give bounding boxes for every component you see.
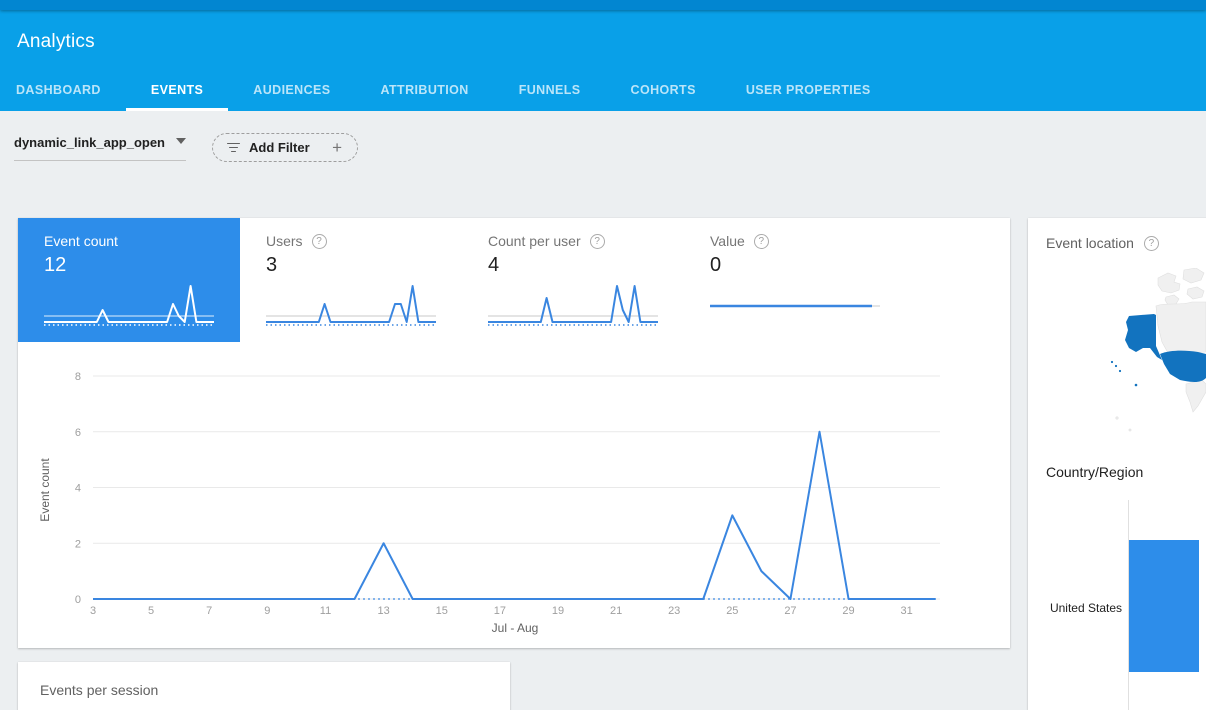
- svg-text:25: 25: [726, 605, 738, 617]
- window-top-strip: [0, 0, 1206, 10]
- analytics-page: Analytics DASHBOARD EVENTS AUDIENCES ATT…: [0, 0, 1206, 710]
- metric-value: 0: [710, 254, 906, 277]
- events-per-session-card: Events per session: [18, 662, 510, 710]
- events-per-session-title: Events per session: [18, 662, 510, 698]
- svg-text:6: 6: [75, 427, 81, 439]
- svg-text:15: 15: [436, 605, 448, 617]
- metric-label: Count per user: [488, 233, 581, 249]
- add-filter-label: Add Filter: [249, 140, 310, 155]
- svg-text:7: 7: [206, 605, 212, 617]
- country-region-heading: Country/Region: [1046, 464, 1143, 480]
- metric-tab-event-count[interactable]: Event count 12: [18, 218, 240, 342]
- page-title: Analytics: [17, 31, 95, 53]
- dropdown-arrow-icon: [176, 138, 186, 144]
- svg-text:17: 17: [494, 605, 506, 617]
- north-america-map: [1096, 268, 1206, 448]
- svg-text:Jul - Aug: Jul - Aug: [492, 621, 539, 635]
- metric-tab-users[interactable]: Users ? 3: [240, 218, 462, 342]
- metric-value: 3: [266, 254, 462, 277]
- event-select-value: dynamic_link_app_open: [14, 135, 165, 150]
- tab-dashboard[interactable]: DASHBOARD: [0, 83, 126, 111]
- help-icon[interactable]: ?: [312, 234, 327, 249]
- main-chart: 0 2 4 6 8 3 5 7 9 11 13 15 17 19 21 23 25 27 29 31 Jul - Aug…: [18, 342, 1010, 648]
- metric-tab-count-per-user[interactable]: Count per user ? 4: [462, 218, 684, 342]
- metric-label: Users: [266, 233, 303, 249]
- filter-icon: [227, 143, 240, 153]
- event-metrics-card: Event count 12 Users ? 3 Count per user …: [18, 218, 1010, 648]
- country-bar-united-states[interactable]: [1129, 540, 1199, 672]
- svg-text:19: 19: [552, 605, 564, 617]
- event-location-card: Event location ? Co: [1028, 218, 1206, 710]
- help-icon[interactable]: ?: [754, 234, 769, 249]
- svg-text:2: 2: [75, 538, 81, 550]
- svg-text:23: 23: [668, 605, 680, 617]
- sparkline-event-count: [44, 280, 214, 330]
- svg-text:31: 31: [901, 605, 913, 617]
- svg-text:13: 13: [377, 605, 389, 617]
- metric-tab-value[interactable]: Value ? 0: [684, 218, 906, 342]
- nav-tabs: DASHBOARD EVENTS AUDIENCES ATTRIBUTION F…: [0, 83, 896, 111]
- app-header: Analytics DASHBOARD EVENTS AUDIENCES ATT…: [0, 10, 1206, 111]
- svg-text:Event count: Event count: [38, 458, 52, 522]
- help-icon[interactable]: ?: [590, 234, 605, 249]
- country-label: United States: [1028, 601, 1122, 615]
- svg-text:27: 27: [784, 605, 796, 617]
- metric-label: Value: [710, 233, 745, 249]
- metric-tabs: Event count 12 Users ? 3 Count per user …: [18, 218, 1010, 342]
- tab-audiences[interactable]: AUDIENCES: [228, 83, 355, 111]
- tab-cohorts[interactable]: COHORTS: [606, 83, 721, 111]
- svg-text:0: 0: [75, 594, 81, 606]
- sparkline-users: [266, 280, 436, 330]
- sparkline-count-per-user: [488, 280, 658, 330]
- tab-user-properties[interactable]: USER PROPERTIES: [721, 83, 896, 111]
- svg-text:11: 11: [320, 605, 331, 617]
- add-filter-button[interactable]: Add Filter +: [212, 133, 358, 162]
- metric-label: Event count: [44, 233, 118, 249]
- event-count-chart-area: 0 2 4 6 8 3 5 7 9 11 13 15 17 19 21 23 25 27 29 31 Jul - Aug…: [18, 342, 1010, 648]
- tab-attribution[interactable]: ATTRIBUTION: [356, 83, 494, 111]
- svg-text:8: 8: [75, 371, 81, 383]
- svg-text:9: 9: [264, 605, 270, 617]
- svg-text:5: 5: [148, 605, 154, 617]
- plus-icon: +: [332, 139, 342, 156]
- metric-value: 4: [488, 254, 684, 277]
- help-icon[interactable]: ?: [1144, 236, 1159, 251]
- sparkline-value: [710, 280, 880, 330]
- svg-text:4: 4: [75, 483, 81, 495]
- svg-text:29: 29: [842, 605, 854, 617]
- event-select[interactable]: dynamic_link_app_open: [14, 135, 186, 161]
- tab-funnels[interactable]: FUNNELS: [494, 83, 606, 111]
- svg-text:3: 3: [90, 605, 96, 617]
- svg-text:21: 21: [610, 605, 622, 617]
- tab-events[interactable]: EVENTS: [126, 83, 228, 111]
- metric-value: 12: [44, 254, 240, 277]
- event-location-title: Event location: [1046, 235, 1134, 251]
